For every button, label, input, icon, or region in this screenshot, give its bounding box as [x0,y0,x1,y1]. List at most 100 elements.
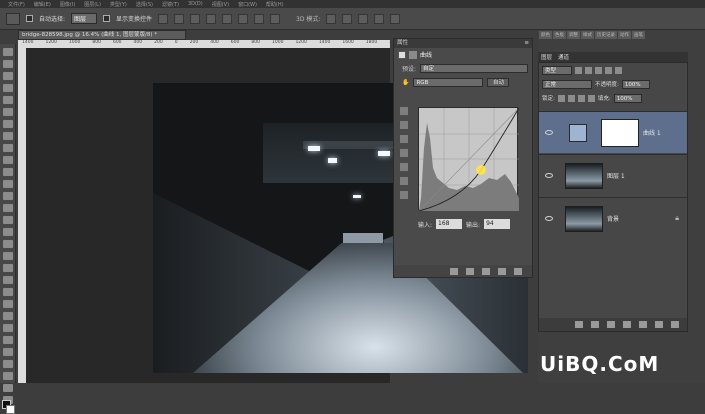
distribute-2-icon[interactable] [270,13,281,24]
eye-icon[interactable] [545,130,553,135]
dock-tab[interactable]: 样式 [581,31,594,39]
tool-icon[interactable] [2,360,13,368]
opacity-input[interactable]: 100% [621,79,650,89]
channel-dropdown[interactable]: RGB [413,77,484,87]
link-layers-icon[interactable] [575,321,583,328]
new-adjustment-icon[interactable] [623,321,631,328]
tool-icon[interactable] [2,144,13,152]
filter-smart-icon[interactable] [615,66,622,74]
pencil-icon[interactable] [400,163,408,171]
menu-item[interactable]: 图像(I) [60,1,75,8]
auto-select-dropdown[interactable]: 图层 [71,13,98,24]
target-adjust-icon[interactable]: ✋ [402,79,409,86]
tool-icon[interactable] [2,252,13,260]
tool-icon[interactable] [2,192,13,200]
visibility-icon[interactable] [498,267,506,275]
view-previous-icon[interactable] [466,267,474,275]
eye-icon[interactable] [545,216,553,221]
align-bottom-icon[interactable] [190,13,201,24]
curves-graph[interactable] [418,107,520,212]
align-left-icon[interactable] [206,13,217,24]
menu-item[interactable]: 滤镜(T) [162,1,179,8]
panel-menu-icon[interactable]: ≡ [524,39,529,48]
tool-icon[interactable] [2,48,13,56]
mask-icon[interactable] [409,50,417,59]
clip-to-layer-icon[interactable] [450,267,458,275]
layer-row[interactable]: 背景 🔒︎ [539,197,687,239]
tool-icon[interactable] [2,180,13,188]
tool-icon[interactable] [2,228,13,236]
show-transform-checkbox[interactable] [103,15,111,22]
rotate-3d-icon[interactable] [326,13,337,24]
distribute-icon[interactable] [254,13,265,24]
eyedropper-black-icon[interactable] [400,107,408,115]
fill-input[interactable]: 100% [613,93,642,103]
tool-icon[interactable] [2,204,13,212]
tool-icon[interactable] [2,264,13,272]
dock-tab[interactable]: 动作 [618,31,631,39]
menu-item[interactable]: 类型(Y) [110,1,127,8]
new-layer-icon[interactable] [655,321,663,328]
tool-icon[interactable] [2,348,13,356]
slide-3d-icon[interactable] [374,13,385,24]
eyedropper-white-icon[interactable] [400,135,408,143]
tab-layers[interactable]: 图层 [541,53,552,61]
curve-point-icon[interactable] [400,149,408,157]
dock-tab[interactable]: 颜色 [539,31,552,39]
tool-icon[interactable] [2,108,13,116]
input-field[interactable]: 168 [436,219,463,229]
menu-item[interactable]: 窗口(W) [238,1,257,8]
background-color-swatch[interactable] [6,405,15,414]
tool-icon[interactable] [2,168,13,176]
tool-icon[interactable] [2,384,13,392]
tool-icon[interactable] [2,240,13,248]
kind-filter-dropdown[interactable]: 类型 [542,65,572,75]
tool-icon[interactable] [2,288,13,296]
menu-item[interactable]: 编辑(E) [34,1,51,8]
auto-select-checkbox[interactable] [26,15,33,22]
tool-icon[interactable] [2,84,13,92]
layer-row[interactable]: 曲线 1 [539,111,687,153]
menu-item[interactable]: 帮助(H) [266,1,284,8]
lock-pixels-icon[interactable] [567,94,575,102]
dock-tab[interactable]: 色板 [553,31,566,39]
align-middle-icon[interactable] [174,13,185,24]
align-top-icon[interactable] [158,13,169,24]
lock-all-icon[interactable] [587,94,595,102]
align-center-icon[interactable] [222,13,233,24]
menu-item[interactable]: 视图(V) [212,1,229,8]
tool-icon[interactable] [2,120,13,128]
preset-dropdown[interactable]: 自定 [420,63,529,73]
dock-tab[interactable]: 画笔 [632,31,645,39]
clipping-warning-icon[interactable] [400,191,408,199]
scale-3d-icon[interactable] [390,13,401,24]
delete-adjustment-icon[interactable] [514,267,522,275]
tab-channels[interactable]: 通道 [558,53,569,61]
filter-adjust-icon[interactable] [585,66,592,74]
properties-header[interactable]: 属性 ≡ [394,39,532,48]
filter-type-icon[interactable] [595,66,602,74]
lock-transparent-icon[interactable] [557,94,565,102]
dock-tab[interactable]: 历史记录 [595,31,617,39]
eye-icon[interactable] [545,173,553,178]
menu-item[interactable]: 选择(S) [136,1,153,8]
menu-item[interactable]: 3D(D) [188,1,203,7]
tool-icon[interactable] [2,96,13,104]
layer-mask-thumbnail[interactable] [601,118,639,147]
blend-mode-dropdown[interactable]: 正常 [542,79,592,89]
reset-icon[interactable] [482,267,490,275]
filter-shape-icon[interactable] [605,66,612,74]
auto-button[interactable]: 自动 [487,77,510,87]
menu-item[interactable]: 图层(L) [84,1,101,8]
document-tab[interactable]: bridge-828598.jpg @ 16.4% (曲线 1, 图层蒙版/8)… [18,30,186,40]
smooth-icon[interactable] [400,177,408,185]
tool-icon[interactable] [2,372,13,380]
tool-icon[interactable] [2,72,13,80]
tool-icon[interactable] [2,300,13,308]
tool-icon[interactable] [2,156,13,164]
tool-icon[interactable] [2,324,13,332]
tool-icon[interactable] [2,336,13,344]
delete-layer-icon[interactable] [671,321,679,328]
new-group-icon[interactable] [639,321,647,328]
drag-3d-icon[interactable] [358,13,369,24]
